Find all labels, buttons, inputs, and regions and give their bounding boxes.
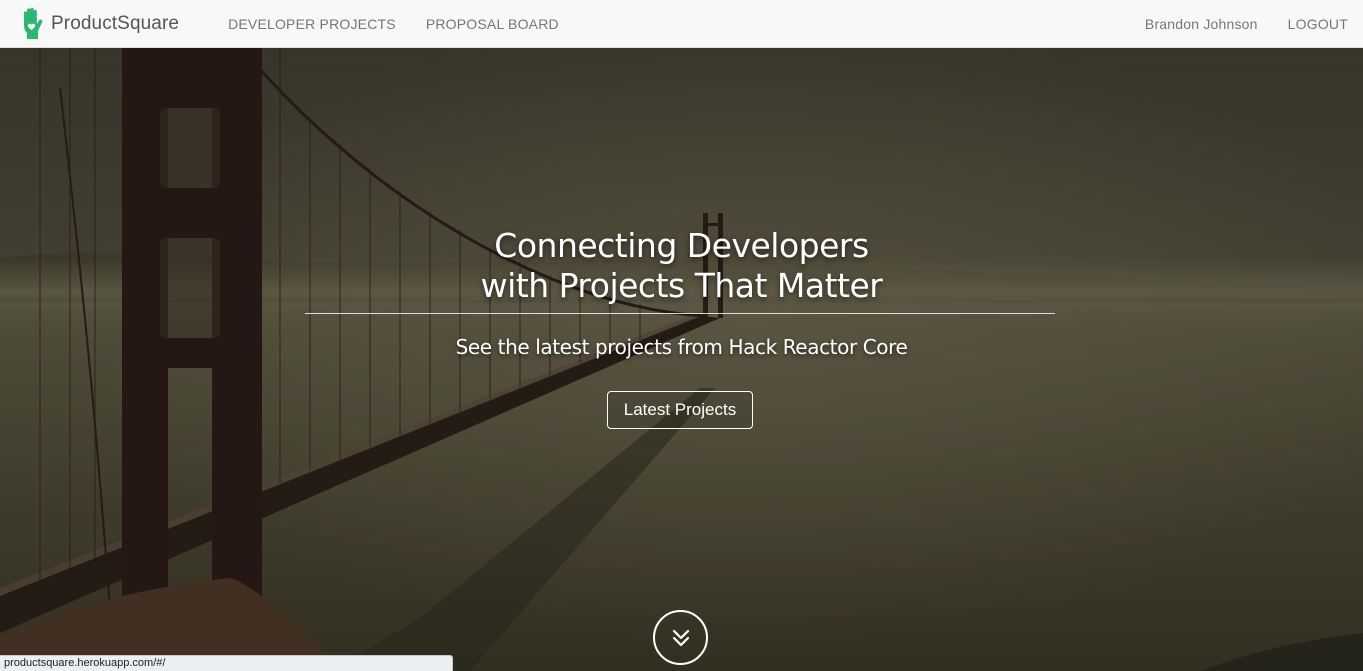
hero-divider xyxy=(305,313,1055,314)
hero-section: Connecting Developers with Projects That… xyxy=(0,48,1363,671)
hero-title: Connecting Developers with Projects That… xyxy=(0,226,1363,306)
latest-projects-button[interactable]: Latest Projects xyxy=(607,391,753,429)
brand-name: ProductSquare xyxy=(51,12,180,34)
nav-developer-projects[interactable]: DEVELOPER PROJECTS xyxy=(213,16,411,32)
hero-title-line-1: Connecting Developers xyxy=(494,226,869,265)
hand-heart-icon xyxy=(24,7,43,39)
user-profile-link[interactable]: Brandon Johnson xyxy=(1130,16,1273,32)
top-navbar: ProductSquare DEVELOPER PROJECTS PROPOSA… xyxy=(0,0,1363,48)
browser-status-bar: productsquare.herokuapp.com/#/ xyxy=(0,655,453,671)
logout-link[interactable]: LOGOUT xyxy=(1273,16,1363,32)
scroll-down-button[interactable] xyxy=(653,610,708,665)
brand-link[interactable]: ProductSquare xyxy=(19,7,179,41)
double-chevron-down-icon xyxy=(672,629,689,646)
nav-proposal-board[interactable]: PROPOSAL BOARD xyxy=(411,16,574,32)
hero-title-line-2: with Projects That Matter xyxy=(480,266,883,305)
hero-subtitle: See the latest projects from Hack Reacto… xyxy=(455,335,908,359)
